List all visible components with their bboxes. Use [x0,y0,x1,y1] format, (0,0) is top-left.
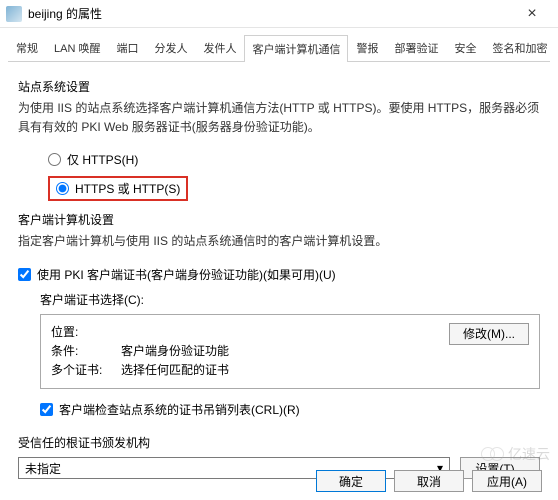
radio-highlight-box: HTTPS 或 HTTP(S) [48,176,188,201]
cert-condition-key: 条件: [51,342,121,361]
modify-button[interactable]: 修改(M)... [449,323,529,345]
cert-select-label: 客户端证书选择(C): [40,291,540,308]
tab-port[interactable]: 端口 [108,34,146,61]
client-desc: 指定客户端计算机与使用 IIS 的站点系统通信时的客户端计算机设置。 [18,232,540,251]
cert-details: 位置: 条件: 客户端身份验证功能 多个证书: 选择任何匹配的证书 [51,323,439,381]
app-icon [6,6,22,22]
tab-lan-wake[interactable]: LAN 唤醒 [46,34,108,61]
tab-bar: 常规 LAN 唤醒 端口 分发人 发件人 客户端计算机通信 警报 部署验证 安全… [8,34,550,62]
crl-checkbox-row[interactable]: 客户端检查站点系统的证书吊销列表(CRL)(R) [40,401,540,418]
cert-box: 位置: 条件: 客户端身份验证功能 多个证书: 选择任何匹配的证书 修改(M).… [40,314,540,390]
tab-alert[interactable]: 警报 [348,34,386,61]
ok-button[interactable]: 确定 [316,470,386,492]
protocol-radio-group: 仅 HTTPS(H) HTTPS 或 HTTP(S) [48,151,540,201]
trusted-section-title: 受信任的根证书颁发机构 [18,434,540,451]
titlebar: beijing 的属性 × [0,0,558,28]
content-area: 站点系统设置 为使用 IIS 的站点系统选择客户端计算机通信方法(HTTP 或 … [0,62,558,495]
tab-deploy-verify[interactable]: 部署验证 [386,34,446,61]
apply-button[interactable]: 应用(A) [472,470,542,492]
radio-https-only-input[interactable] [48,153,61,166]
site-desc: 为使用 IIS 的站点系统选择客户端计算机通信方法(HTTP 或 HTTPS)。… [18,99,540,137]
tab-sign-encrypt[interactable]: 签名和加密 [484,34,555,61]
cert-condition-val: 客户端身份验证功能 [121,342,229,361]
trusted-dropdown-value: 未指定 [25,460,61,477]
tab-sender[interactable]: 发件人 [195,34,244,61]
tab-client-comm[interactable]: 客户端计算机通信 [244,35,348,62]
crl-checkbox[interactable] [40,403,53,416]
tab-general[interactable]: 常规 [8,34,46,61]
site-section-title: 站点系统设置 [18,78,540,95]
client-section-title: 客户端计算机设置 [18,211,540,228]
pki-checkbox-row[interactable]: 使用 PKI 客户端证书(客户端身份验证功能)(如果可用)(U) [18,266,540,283]
radio-https-or-http[interactable]: HTTPS 或 HTTP(S) [56,180,180,197]
radio-https-only[interactable]: 仅 HTTPS(H) [48,151,540,168]
cert-multi-val: 选择任何匹配的证书 [121,361,229,380]
pki-checkbox-label: 使用 PKI 客户端证书(客户端身份验证功能)(如果可用)(U) [37,266,336,283]
radio-https-or-http-input[interactable] [56,182,69,195]
radio-https-only-label: 仅 HTTPS(H) [67,151,138,168]
cancel-button[interactable]: 取消 [394,470,464,492]
crl-checkbox-label: 客户端检查站点系统的证书吊销列表(CRL)(R) [59,401,300,418]
tab-distributor[interactable]: 分发人 [146,34,195,61]
pki-checkbox[interactable] [18,268,31,281]
window-title: beijing 的属性 [28,5,512,22]
tab-security[interactable]: 安全 [446,34,484,61]
radio-https-or-http-label: HTTPS 或 HTTP(S) [75,180,180,197]
dialog-footer: 确定 取消 应用(A) [316,470,542,492]
cert-multi-key: 多个证书: [51,361,121,380]
cert-location-key: 位置: [51,323,121,342]
close-icon[interactable]: × [512,0,552,27]
